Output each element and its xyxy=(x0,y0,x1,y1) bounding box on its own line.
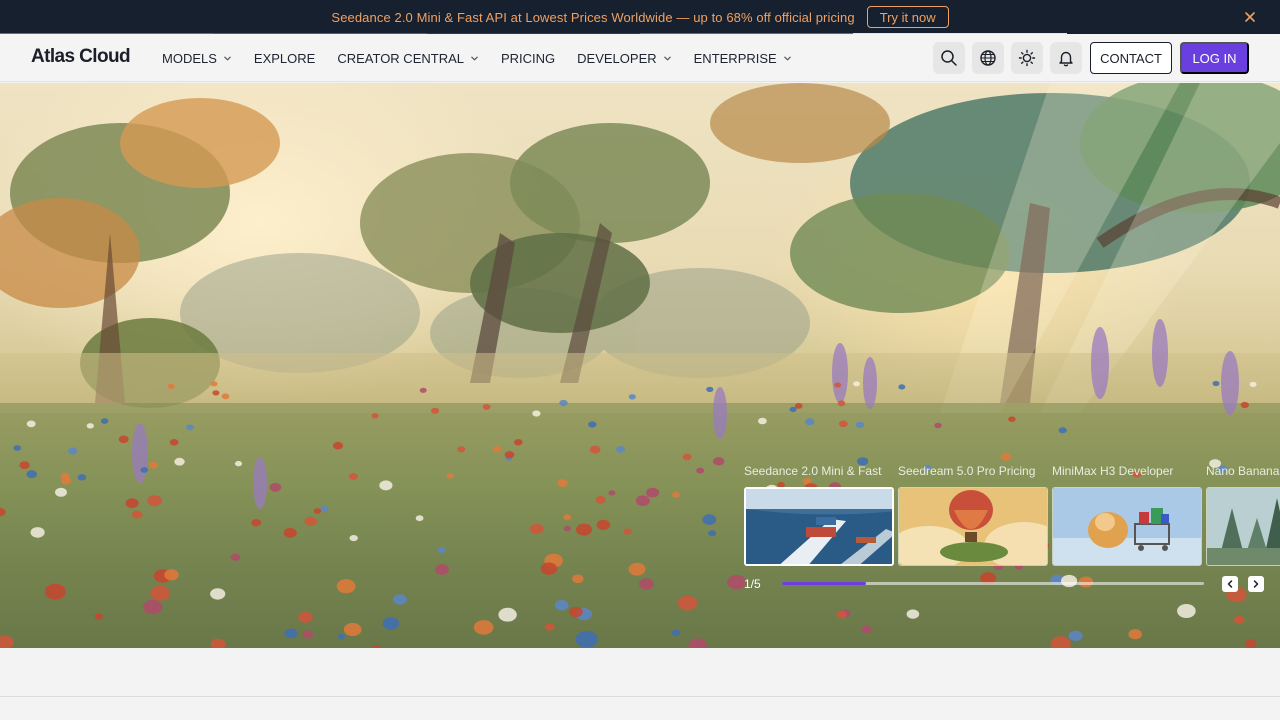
close-icon[interactable] xyxy=(1242,9,1258,25)
bell-icon xyxy=(1059,51,1073,67)
nav-menu: MODELS EXPLORE CREATOR CENTRAL PRICING DEVEL… xyxy=(162,34,814,82)
carousel-label-2[interactable]: Seedream 5.0 Pro Pricing xyxy=(898,464,1035,478)
carousel-thumbnail-4[interactable] xyxy=(1206,487,1280,566)
nav-item-label: DEVELOPER xyxy=(577,50,657,66)
globe-icon xyxy=(980,50,996,66)
carousel-thumbnail-1[interactable] xyxy=(744,487,894,566)
nav-item-pricing[interactable]: PRICING xyxy=(501,51,555,66)
chevron-right-icon xyxy=(1253,580,1259,588)
nav-item-label: EXPLORE xyxy=(253,50,316,66)
carousel-label-1[interactable]: Seedance 2.0 Mini & Fast xyxy=(744,464,881,478)
nav-item-creator-central[interactable]: CREATOR CENTRAL xyxy=(337,51,479,66)
hot-air-balloon-thumbnail xyxy=(899,488,1047,565)
carousel-label-4[interactable]: Nano Banana xyxy=(1206,464,1279,478)
carousel-thumbnail-2[interactable] xyxy=(898,487,1048,566)
carousel-counter: 1/5 xyxy=(744,577,761,591)
chevron-down-icon xyxy=(783,56,791,60)
nav-item-explore[interactable]: EXPLORE xyxy=(254,51,315,66)
carousel-thumbnail-3[interactable] xyxy=(1052,487,1202,566)
nav-item-label: ENTERPRISE xyxy=(693,50,777,66)
search-icon xyxy=(941,50,957,66)
announcement-text: Seedance 2.0 Mini & Fast API at Lowest P… xyxy=(331,9,855,25)
nav-item-label: CREATOR CENTRAL xyxy=(337,50,464,66)
hamster-cart-thumbnail xyxy=(1053,488,1201,565)
search-button[interactable] xyxy=(933,42,965,74)
chevron-down-icon xyxy=(224,56,231,60)
atlas-cloud-logo[interactable]: Atlas Cloud xyxy=(31,46,131,68)
main-navbar: Atlas Cloud MODELS EXPLORE CREATOR CENTRAL… xyxy=(0,34,1280,82)
chevron-left-icon xyxy=(1227,580,1233,588)
theme-toggle-button[interactable] xyxy=(1011,42,1043,74)
language-button[interactable] xyxy=(972,42,1004,74)
announcement-bar: Seedance 2.0 Mini & Fast API at Lowest P… xyxy=(0,0,1280,34)
chevron-down-icon xyxy=(471,56,478,60)
carousel-next-button[interactable] xyxy=(1248,576,1264,592)
sun-icon xyxy=(1018,49,1036,67)
section-divider xyxy=(0,696,1280,697)
nav-item-developer[interactable]: DEVELOPER xyxy=(577,51,671,66)
login-button[interactable]: LOG IN xyxy=(1180,42,1249,74)
carousel-progress-bar xyxy=(782,582,1204,585)
container-ship-thumbnail xyxy=(746,489,892,564)
notifications-button[interactable] xyxy=(1050,42,1082,74)
carousel-prev-button[interactable] xyxy=(1222,576,1238,592)
contact-button[interactable]: CONTACT xyxy=(1090,42,1172,74)
misty-forest-thumbnail xyxy=(1207,488,1280,565)
try-it-now-button[interactable]: Try it now xyxy=(866,6,949,28)
nav-item-enterprise[interactable]: ENTERPRISE xyxy=(694,51,792,66)
nav-item-label: MODELS xyxy=(162,50,217,66)
nav-item-models[interactable]: MODELS xyxy=(162,51,232,66)
nav-item-label: PRICING xyxy=(500,50,556,66)
carousel-label-3[interactable]: MiniMax H3 Developer xyxy=(1052,464,1173,478)
carousel-progress-fill xyxy=(782,582,867,585)
hero-banner: Seedance 2.0 Mini & Fast Seedream 5.0 Pro… xyxy=(0,83,1280,648)
chevron-down-icon xyxy=(663,56,671,60)
